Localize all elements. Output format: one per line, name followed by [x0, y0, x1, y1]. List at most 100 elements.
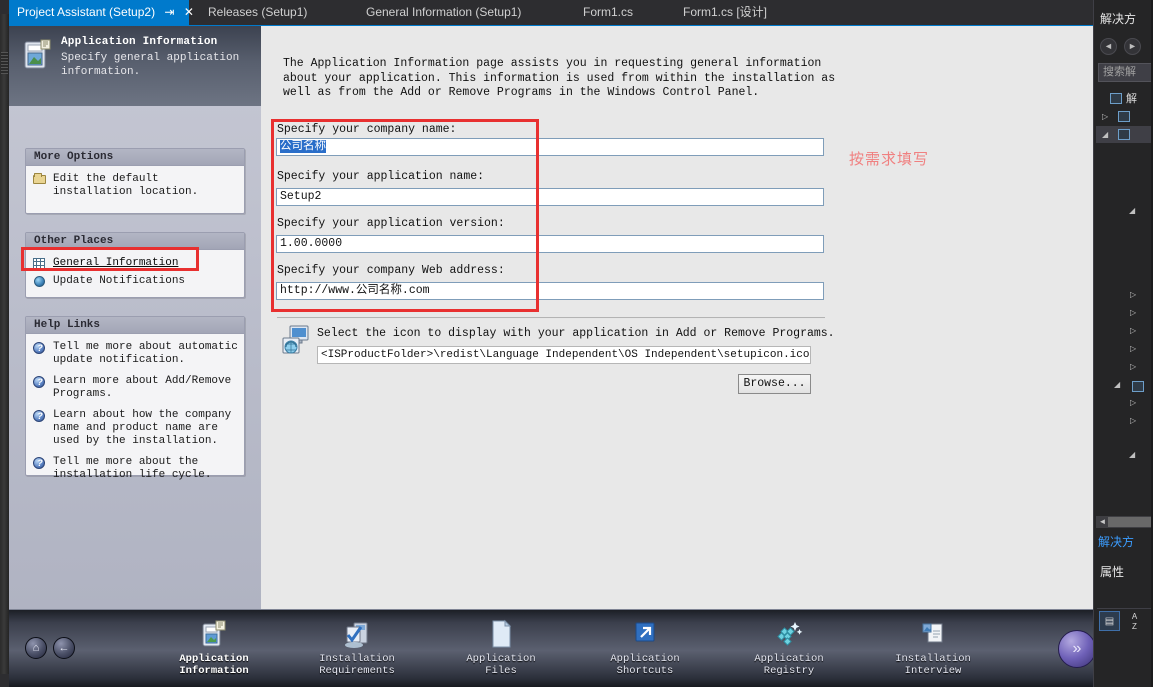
label-line2: Registry — [763, 665, 815, 677]
page-subtitle: Specify general application information. — [61, 52, 240, 78]
item-label: Edit the default installation location. — [53, 173, 199, 198]
files-icon — [485, 618, 517, 650]
solution-explorer-pane: 解决方 ◄ ► 搜索解 解 ▷ ◢ ◢ ▷ ▷ ▷ ▷ ▷ ◢ ▷ ▷ ◢ ◄ … — [1093, 0, 1153, 687]
chevron-down-icon[interactable]: ◢ — [1114, 380, 1120, 389]
list-icon: ▤ — [1104, 616, 1115, 627]
help-icon — [33, 456, 49, 470]
wizard-step-application-information[interactable]: Application Information — [144, 618, 284, 677]
wizard-next-button[interactable]: » — [1058, 630, 1096, 668]
chevron-down-icon[interactable]: ◢ — [1129, 450, 1135, 459]
tab-project-assistant-setup2[interactable]: Project Assistant (Setup2) ⇥ ✕ — [9, 0, 194, 25]
label-line2: Files — [485, 665, 517, 677]
label-line1: Application — [466, 653, 536, 665]
label-application-version: Specify your application version: — [277, 217, 505, 230]
help-link-add-remove-programs[interactable]: Learn more about Add/Remove Programs. — [33, 375, 238, 401]
home-icon: ⌂ — [32, 642, 40, 654]
tab-general-information-setup1[interactable]: General Information (Setup1) — [358, 0, 529, 25]
tab-form1-cs-designer[interactable]: Form1.cs [设计] — [675, 0, 775, 25]
input-value: 1.00.0000 — [280, 237, 343, 250]
project-assistant-header: Application Information Specify general … — [9, 26, 261, 106]
wizard-step-installation-requirements[interactable]: Installation Requirements — [287, 618, 427, 677]
chevron-right-icon[interactable]: ▷ — [1130, 308, 1136, 317]
wizard-step-application-registry[interactable]: Application Registry — [719, 618, 859, 677]
label-line1: Application — [610, 653, 680, 665]
tree-row-solution[interactable]: 解 — [1096, 90, 1153, 107]
item-label[interactable]: General Information — [53, 257, 238, 270]
arrow-left-icon: ◄ — [1104, 41, 1113, 51]
help-icon — [33, 409, 49, 423]
tab-label: Releases (Setup1) — [208, 5, 308, 19]
wizard-home-button[interactable]: ⌂ — [25, 637, 47, 659]
panel-body: General Information Update Notifications — [26, 250, 244, 297]
horizontal-scrollbar[interactable]: ◄ — [1096, 516, 1153, 528]
arrow-left-icon: ← — [58, 642, 70, 654]
section-divider — [277, 317, 825, 319]
tab-form1-cs[interactable]: Form1.cs — [575, 0, 641, 25]
browse-button[interactable]: Browse... — [738, 374, 811, 394]
wizard-step-application-files[interactable]: Application Files — [431, 618, 571, 677]
input-company-web-address[interactable]: http://www.公司名称.com — [276, 282, 824, 300]
search-input[interactable]: 搜索解 — [1098, 63, 1153, 82]
help-link-installation-life-cycle[interactable]: Tell me more about the installation life… — [33, 456, 238, 482]
item-label: Update Notifications — [53, 275, 186, 287]
input-value: http://www.公司名称.com — [280, 284, 430, 297]
intro-paragraph: The Application Information page assists… — [283, 57, 836, 99]
project-assistant-content: The Application Information page assists… — [261, 26, 1093, 609]
wizard-step-installation-interview[interactable]: Installation Interview — [863, 618, 1003, 677]
other-places-item-general-information[interactable]: General Information — [33, 257, 238, 271]
chevron-right-icon[interactable]: ▷ — [1130, 344, 1136, 353]
panel-title: Other Places — [26, 233, 244, 250]
close-icon[interactable]: ✕ — [184, 0, 194, 25]
chevron-down-icon[interactable]: ◢ — [1102, 130, 1108, 139]
properties-toolbar: ▤ AZ — [1097, 608, 1153, 632]
label-line2: Interview — [904, 665, 962, 677]
scroll-left-icon[interactable]: ◄ — [1097, 516, 1108, 528]
wizard-step-bar: ⌂ ← Application Information Installation… — [9, 609, 1096, 687]
drag-grip-icon[interactable] — [1, 52, 8, 74]
app-info-icon — [19, 37, 55, 73]
label-line1: Application — [179, 653, 249, 665]
label-line1: Application — [754, 653, 824, 665]
tab-solution-explorer[interactable]: 解决方 — [1098, 533, 1134, 550]
pin-icon[interactable]: ⇥ — [164, 0, 174, 25]
tree-row-project-2[interactable]: ◢ — [1096, 126, 1153, 143]
tab-label: Project Assistant (Setup2) — [17, 5, 156, 19]
more-options-item-edit-install-location[interactable]: Edit the default installation location. — [33, 173, 238, 199]
item-label: Learn about how the company name and pro… — [53, 409, 232, 447]
input-icon-path[interactable]: <ISProductFolder>\redist\Language Indepe… — [317, 346, 811, 364]
chevron-right-icon[interactable]: ▷ — [1130, 326, 1136, 335]
help-icon — [33, 375, 49, 389]
tree-row-project-1[interactable]: ▷ — [1096, 108, 1153, 125]
other-places-item-update-notifications[interactable]: Update Notifications — [33, 275, 238, 289]
tab-releases-setup1[interactable]: Releases (Setup1) — [200, 0, 315, 25]
input-company-name[interactable]: 公司名称 — [276, 138, 824, 156]
input-application-name[interactable]: Setup2 — [276, 188, 824, 206]
back-button[interactable]: ◄ — [1100, 38, 1117, 55]
chevron-right-icon[interactable]: ▷ — [1130, 290, 1136, 299]
project-icon — [1118, 129, 1130, 140]
chevron-right-icon[interactable]: ▷ — [1130, 398, 1136, 407]
vs-ide-window: Project Assistant (Setup2) ⇥ ✕ Releases … — [0, 0, 1153, 687]
categorized-view-button[interactable]: ▤ — [1099, 611, 1120, 631]
input-value: <ISProductFolder>\redist\Language Indepe… — [321, 349, 810, 361]
wizard-step-application-shortcuts[interactable]: Application Shortcuts — [575, 618, 715, 677]
chevron-down-icon[interactable]: ◢ — [1129, 206, 1135, 215]
alphabetical-view-button[interactable]: AZ — [1124, 611, 1145, 631]
folder-node-icon — [1132, 381, 1144, 392]
help-link-company-product-name[interactable]: Learn about how the company name and pro… — [33, 409, 238, 448]
chevron-right-icon[interactable]: ▷ — [1102, 112, 1108, 121]
scrollbar-thumb[interactable] — [1108, 517, 1152, 527]
help-link-automatic-update-notification[interactable]: Tell me more about automatic update noti… — [33, 341, 238, 367]
solution-explorer-title: 解决方 — [1100, 12, 1137, 26]
label-line2: Requirements — [319, 665, 395, 677]
input-application-version[interactable]: 1.00.0000 — [276, 235, 824, 253]
app-info-icon — [198, 618, 230, 650]
chevron-right-icon[interactable]: ▷ — [1130, 362, 1136, 371]
forward-button[interactable]: ► — [1124, 38, 1141, 55]
item-label: Learn more about Add/Remove Programs. — [53, 375, 232, 400]
panel-help-links: Help Links Tell me more about automatic … — [25, 316, 245, 481]
input-value: 公司名称 — [280, 140, 326, 153]
chevron-right-icon[interactable]: ▷ — [1130, 416, 1136, 425]
wizard-back-button[interactable]: ← — [53, 637, 75, 659]
annotation-note: 按需求填写 — [849, 150, 930, 168]
